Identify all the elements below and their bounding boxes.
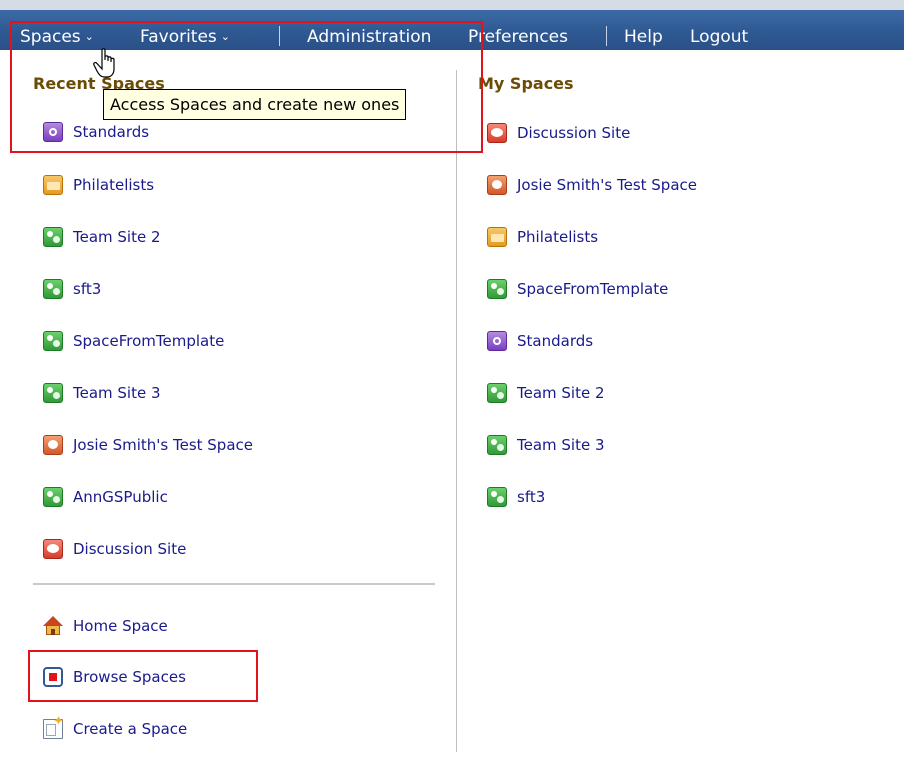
recent-space-label: sft3 bbox=[73, 280, 102, 298]
recent-space-item[interactable]: Team Site 3 bbox=[43, 381, 161, 405]
recent-space-label: Philatelists bbox=[73, 176, 155, 194]
home-space-label: Home Space bbox=[73, 617, 168, 635]
green-team-space-icon bbox=[487, 435, 507, 455]
orange-folder-space-icon bbox=[487, 227, 507, 247]
recent-space-item[interactable]: sft3 bbox=[43, 277, 101, 301]
my-space-label: Discussion Site bbox=[517, 124, 631, 142]
my-space-item[interactable]: SpaceFromTemplate bbox=[487, 277, 668, 301]
recent-space-item[interactable]: Team Site 2 bbox=[43, 225, 161, 249]
orange-person-space-icon bbox=[43, 435, 63, 455]
recent-space-item[interactable]: Josie Smith's Test Space bbox=[43, 433, 253, 457]
orange-person-space-icon bbox=[487, 175, 507, 195]
recent-space-label: AnnGSPublic bbox=[73, 488, 168, 506]
spaces-menu-highlight bbox=[10, 21, 483, 153]
my-space-label: sft3 bbox=[517, 488, 546, 506]
my-space-label: Standards bbox=[517, 332, 594, 350]
green-team-space-icon bbox=[43, 279, 63, 299]
home-icon bbox=[43, 616, 63, 636]
green-team-space-icon bbox=[43, 331, 63, 351]
my-space-label: SpaceFromTemplate bbox=[517, 280, 669, 298]
create-space-icon bbox=[43, 714, 64, 739]
recent-space-item[interactable]: SpaceFromTemplate bbox=[43, 329, 224, 353]
green-team-space-icon bbox=[487, 487, 507, 507]
recent-space-item[interactable]: Discussion Site bbox=[43, 537, 186, 561]
browse-spaces-highlight bbox=[28, 650, 258, 702]
my-space-label: Josie Smith's Test Space bbox=[517, 176, 697, 194]
my-space-label: Team Site 3 bbox=[517, 436, 605, 454]
home-space-link[interactable]: Home Space bbox=[43, 614, 168, 638]
my-space-label: Philatelists bbox=[517, 228, 599, 246]
orange-folder-space-icon bbox=[43, 175, 63, 195]
recent-space-label: Discussion Site bbox=[73, 540, 187, 558]
my-space-item[interactable]: Team Site 3 bbox=[487, 433, 605, 457]
red-discussion-space-icon bbox=[43, 539, 63, 559]
purple-space-icon bbox=[487, 331, 507, 351]
my-space-item[interactable]: sft3 bbox=[487, 485, 545, 509]
logout-link[interactable]: Logout bbox=[690, 27, 748, 47]
my-space-label: Team Site 2 bbox=[517, 384, 605, 402]
recent-space-label: SpaceFromTemplate bbox=[73, 332, 225, 350]
create-space-label: Create a Space bbox=[73, 720, 188, 738]
my-space-item[interactable]: Josie Smith's Test Space bbox=[487, 173, 697, 197]
column-divider bbox=[456, 70, 457, 752]
my-spaces-title: My Spaces bbox=[478, 74, 574, 93]
section-divider bbox=[33, 583, 435, 585]
my-space-item[interactable]: Team Site 2 bbox=[487, 381, 605, 405]
help-link[interactable]: Help bbox=[624, 27, 663, 47]
green-team-space-icon bbox=[487, 383, 507, 403]
menu-separator bbox=[606, 26, 607, 46]
recent-space-label: Team Site 2 bbox=[73, 228, 161, 246]
green-team-space-icon bbox=[43, 227, 63, 247]
red-discussion-space-icon bbox=[487, 123, 507, 143]
recent-space-label: Josie Smith's Test Space bbox=[73, 436, 253, 454]
green-team-space-icon bbox=[43, 383, 63, 403]
create-space-link[interactable]: Create a Space bbox=[43, 714, 188, 741]
recent-space-label: Team Site 3 bbox=[73, 384, 161, 402]
my-space-item[interactable]: Standards bbox=[487, 329, 593, 353]
green-team-space-icon bbox=[487, 279, 507, 299]
recent-space-item[interactable]: AnnGSPublic bbox=[43, 485, 168, 509]
green-team-space-icon bbox=[43, 487, 63, 507]
my-space-item[interactable]: Philatelists bbox=[487, 225, 598, 249]
recent-space-item[interactable]: Philatelists bbox=[43, 173, 154, 197]
my-space-item[interactable]: Discussion Site bbox=[487, 121, 630, 145]
